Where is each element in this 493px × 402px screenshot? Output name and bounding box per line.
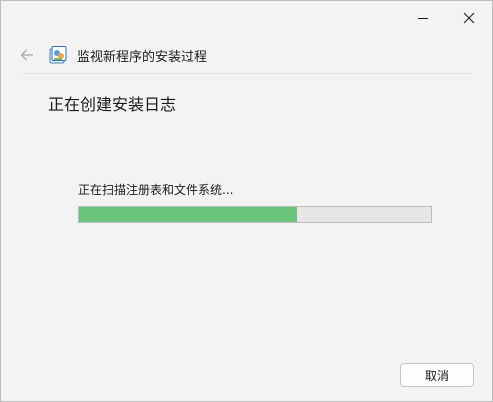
close-icon: [463, 12, 475, 24]
status-message: 正在扫描注册表和文件系统...: [78, 183, 234, 197]
progress-bar: [78, 206, 432, 223]
header-divider: [22, 73, 472, 74]
installer-window: 监视新程序的安装过程 正在创建安装日志 正在扫描注册表和文件系统... 取消: [0, 0, 493, 402]
back-arrow-icon: [20, 49, 33, 61]
minimize-button[interactable]: [400, 1, 446, 35]
wizard-title: 监视新程序的安装过程: [77, 50, 208, 65]
installer-app-icon: [49, 46, 67, 64]
close-button[interactable]: [446, 1, 492, 35]
page-heading: 正在创建安装日志: [48, 95, 177, 114]
progress-bar-fill: [79, 207, 298, 222]
title-bar: [1, 1, 492, 35]
navigation-row: 监视新程序的安装过程: [1, 39, 492, 71]
back-button[interactable]: [15, 43, 39, 67]
cancel-button[interactable]: 取消: [400, 363, 474, 387]
minimize-icon: [418, 18, 428, 19]
